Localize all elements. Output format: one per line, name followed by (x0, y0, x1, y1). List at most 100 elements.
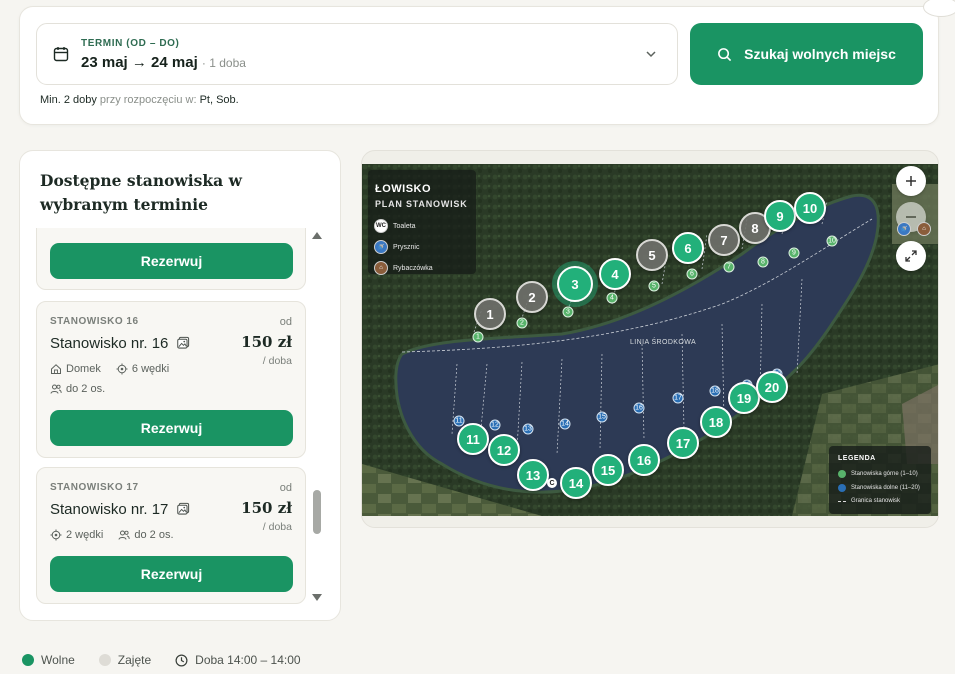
stand-spot-12: 12 (489, 419, 501, 431)
gallery-icon[interactable] (177, 502, 190, 515)
price-unit: / doba (262, 521, 292, 533)
stand-pin-18[interactable]: 18 (700, 406, 732, 438)
people-icon (50, 384, 62, 394)
stand-pin-9[interactable]: 9 (764, 200, 796, 232)
expand-icon (905, 250, 917, 262)
minus-icon (906, 216, 916, 218)
reserve-button[interactable]: Rezerwuj (50, 410, 293, 446)
stand-name-text: Stanowisko nr. 17 (50, 501, 169, 518)
lower-dot-icon (838, 484, 846, 492)
stand-pin-7[interactable]: 7 (708, 224, 740, 256)
stand-spot-4: 4 (606, 292, 618, 304)
legend-upper: Stanowiska górne (1–10) (838, 470, 918, 478)
stand-card-16: STANOWISKO 16 od Stanowisko nr. 16 150 z… (36, 301, 306, 458)
search-icon (718, 47, 732, 61)
stand-spot-7: 7 (723, 261, 735, 273)
date-range-field[interactable]: TERMIN (OD – DO) 23 maj → 24 maj · 1 dob… (36, 23, 678, 85)
feature-text: do 2 os. (134, 529, 174, 541)
stand-pin-2[interactable]: 2 (516, 281, 548, 313)
gallery-icon[interactable] (177, 336, 190, 349)
legend-fisher-house: ⌂ Rybaczówka (374, 261, 433, 275)
legend-shower: 🚿 Prysznic (374, 240, 419, 254)
stand-name-text: Stanowisko nr. 16 (50, 335, 169, 352)
min-stay-note: Min. 2 doby przy rozpoczęciu w: Pt, Sob. (40, 94, 239, 106)
stand-name[interactable]: Stanowisko nr. 16 (50, 335, 190, 352)
stand-pin-15[interactable]: 15 (592, 454, 624, 486)
toilet-icon: WC (374, 219, 388, 233)
reserve-button[interactable]: Rezerwuj (50, 556, 293, 592)
dashed-line-icon (838, 500, 846, 502)
fullscreen-button[interactable] (896, 241, 926, 271)
stand-spot-2: 2 (516, 317, 528, 329)
stand-spot-10: 10 (826, 235, 838, 247)
small-map-marker: C (547, 478, 557, 488)
corner-button[interactable] (923, 0, 955, 17)
search-card: TERMIN (OD – DO) 23 maj → 24 maj · 1 dob… (19, 0, 955, 125)
stand-spot-5: 5 (648, 280, 660, 292)
map-title: ŁOWISKO (375, 183, 432, 195)
stand-spot-6: 6 (686, 268, 698, 280)
search-button[interactable]: Szukaj wolnych miejsc (690, 23, 923, 85)
stand-spot-18: 18 (709, 385, 721, 397)
zoom-in-button[interactable] (896, 166, 926, 196)
stand-spot-11: 11 (453, 415, 465, 427)
middle-line-label: LINIA ŚRODKOWA (630, 339, 697, 346)
stand-pin-20[interactable]: 20 (756, 371, 788, 403)
stand-code: STANOWISKO 16 (50, 316, 139, 327)
stand-pin-12[interactable]: 12 (488, 434, 520, 466)
stand-card-15: Rezerwuj (36, 228, 306, 290)
stand-pin-16[interactable]: 16 (628, 444, 660, 476)
legend-free: Wolne (22, 653, 75, 667)
stand-pin-3[interactable]: 3 (557, 266, 593, 302)
checkin-info: Doba 14:00 – 14:00 (175, 653, 301, 667)
stand-pin-10[interactable]: 10 (794, 192, 826, 224)
date-range-text: 23 maj → 24 maj (81, 54, 198, 71)
fisher-house-icon: ⌂ (917, 222, 931, 236)
list-scrollbar[interactable] (311, 228, 323, 608)
stand-price: 150 zł (241, 333, 292, 351)
stand-spot-9: 9 (788, 247, 800, 259)
stand-pin-6[interactable]: 6 (672, 232, 704, 264)
stand-pin-13[interactable]: 13 (517, 459, 549, 491)
stand-card-17: STANOWISKO 17 od Stanowisko nr. 17 150 z… (36, 467, 306, 604)
shower-icon: 🚿 (374, 240, 388, 254)
stand-spot-17: 17 (672, 392, 684, 404)
stand-spot-15: 15 (596, 411, 608, 423)
date-range-label: TERMIN (OD – DO) (81, 38, 180, 49)
stand-pin-11[interactable]: 11 (457, 423, 489, 455)
stand-pin-1[interactable]: 1 (474, 298, 506, 330)
fisher-house-icon: ⌂ (374, 261, 388, 275)
legend-taken-text: Zajęte (117, 653, 152, 667)
min-stay-days: Pt, Sob. (199, 94, 239, 106)
legend-text: Stanowiska górne (1–10) (851, 471, 918, 477)
lake-map[interactable]: LINIA ŚRODKOWA ŁOWISKO PLAN STANOWISK WC… (362, 164, 938, 516)
plus-icon (906, 176, 916, 186)
rods-icon (50, 529, 62, 541)
stand-pin-4[interactable]: 4 (599, 258, 631, 290)
clock-icon (175, 654, 188, 666)
panel-title: Dostępne stanowiska w wybranym terminie (40, 171, 242, 214)
stand-pin-17[interactable]: 17 (667, 427, 699, 459)
stands-list[interactable]: Rezerwuj STANOWISKO 16 od Stanowisko nr.… (36, 228, 308, 608)
feature-text: 6 wędki (131, 363, 170, 375)
date-range-value: 23 maj → 24 maj · 1 doba (81, 54, 246, 71)
feature-rods: 2 wędki (50, 529, 103, 541)
stand-pin-14[interactable]: 14 (560, 467, 592, 499)
scroll-down-arrow-icon[interactable] (312, 594, 322, 601)
stand-name[interactable]: Stanowisko nr. 17 (50, 501, 190, 518)
reserve-button[interactable]: Rezerwuj (50, 243, 293, 279)
rods-icon (116, 363, 128, 375)
legend-text: Stanowiska dolne (11–20) (851, 485, 920, 491)
legend-text: Granica stanowisk (851, 498, 901, 504)
scroll-thumb[interactable] (313, 490, 321, 534)
legend-free-text: Wolne (41, 653, 75, 667)
scroll-up-arrow-icon[interactable] (312, 232, 322, 239)
stand-pin-5[interactable]: 5 (636, 239, 668, 271)
legend-text: Toaleta (393, 222, 416, 230)
legend-border: Granica stanowisk (838, 498, 900, 504)
stand-spot-13: 13 (522, 423, 534, 435)
stand-price: 150 zł (241, 499, 292, 517)
stand-spot-3: 3 (562, 306, 574, 318)
people-icon (118, 530, 131, 540)
price-from-label: od (279, 482, 292, 494)
